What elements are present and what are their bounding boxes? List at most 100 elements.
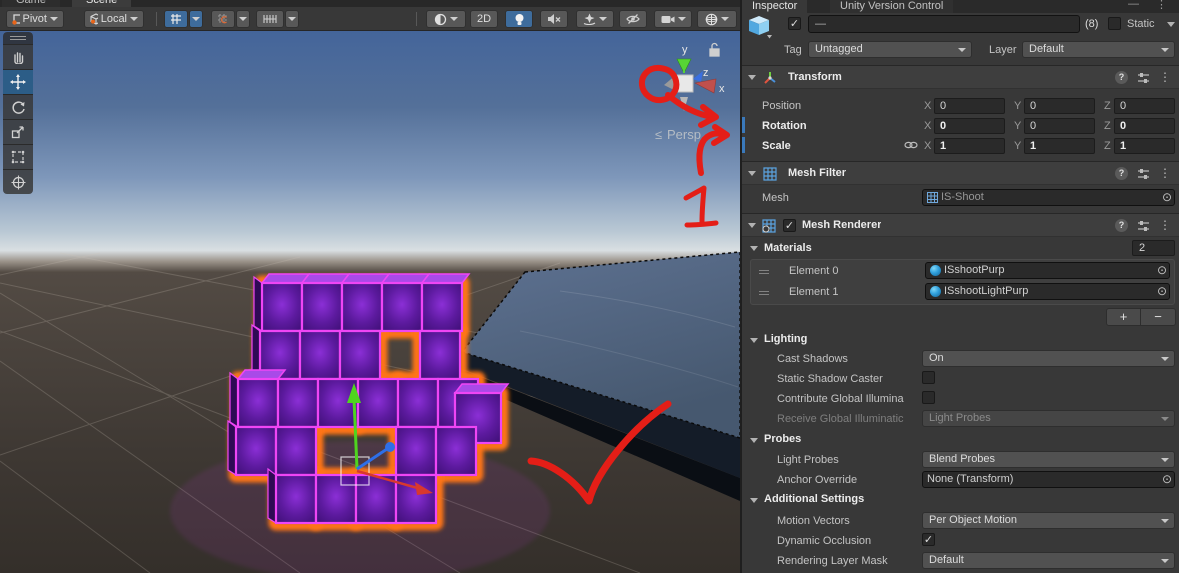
mesh-filter-header[interactable]: Mesh Filter ? ⋮ — [742, 161, 1179, 185]
grid-visibility-button[interactable] — [164, 10, 188, 28]
static-shadow-caster-checkbox[interactable] — [922, 371, 935, 384]
kebab-menu-icon[interactable]: ⋮ — [1159, 167, 1171, 180]
mesh-object-field[interactable]: IS-Shoot ⊙ — [922, 189, 1175, 206]
grid-visibility-dropdown[interactable] — [189, 10, 203, 28]
object-picker-icon[interactable]: ⊙ — [1162, 190, 1172, 205]
shaded-sphere-icon — [434, 13, 447, 25]
layer-dropdown[interactable]: Default — [1022, 41, 1175, 58]
toolstrip-grip[interactable] — [3, 32, 33, 44]
annotation-digit-one — [683, 185, 719, 228]
hand-tool-button[interactable] — [3, 44, 33, 69]
probes-foldout[interactable] — [750, 438, 758, 443]
rect-tool-button[interactable] — [3, 144, 33, 169]
scale-x-field[interactable]: 1 — [934, 138, 1005, 154]
transform-header[interactable]: Transform ? ⋮ — [742, 65, 1179, 89]
contribute-gi-checkbox[interactable] — [922, 391, 935, 404]
local-button[interactable]: Local — [84, 10, 144, 28]
axis-z-label[interactable]: z — [703, 67, 709, 79]
presets-icon[interactable] — [1137, 220, 1150, 232]
panel-menu-icon[interactable]: ⋮ — [1156, 0, 1167, 11]
gizmos-button[interactable] — [697, 10, 737, 28]
axis-y-label[interactable]: y — [682, 44, 688, 56]
lighting-foldout[interactable] — [750, 338, 758, 343]
scene-lighting-button[interactable] — [505, 10, 533, 28]
scene-visibility-button[interactable] — [619, 10, 647, 28]
object-picker-icon[interactable]: ⊙ — [1157, 263, 1167, 278]
rotate-tool-button[interactable] — [3, 94, 33, 119]
active-check-icon: ✓ — [789, 18, 800, 30]
help-icon[interactable]: ? — [1115, 219, 1128, 232]
receive-gi-label: Receive Global Illuminatic — [777, 413, 904, 425]
light-bulb-icon — [515, 13, 523, 25]
active-checkbox[interactable]: ✓ — [788, 17, 801, 30]
add-material-button[interactable]: + — [1107, 309, 1141, 325]
shading-mode-button[interactable] — [426, 10, 466, 28]
tab-inspector[interactable]: Inspector — [742, 0, 808, 13]
scene-audio-button[interactable] — [540, 10, 568, 28]
scene-camera-button[interactable] — [654, 10, 692, 28]
rotation-z-field[interactable]: 0 — [1114, 118, 1175, 134]
transform-tool-button[interactable] — [3, 169, 33, 194]
cast-shadows-dropdown[interactable]: On — [922, 350, 1175, 367]
materials-foldout[interactable] — [750, 246, 758, 251]
motion-vectors-dropdown[interactable]: Per Object Motion — [922, 512, 1175, 529]
anchor-override-field[interactable]: None (Transform) ⊙ — [922, 471, 1175, 488]
pivot-button[interactable]: Pivot — [6, 10, 64, 28]
panel-minimize-icon[interactable]: — — [1128, 0, 1139, 10]
position-x-field[interactable]: 0 — [934, 98, 1005, 114]
mesh-renderer-header[interactable]: ✓ Mesh Renderer ? ⋮ — [742, 213, 1179, 237]
effects-star-icon — [583, 13, 596, 25]
presets-icon[interactable] — [1137, 72, 1150, 84]
tab-version-control[interactable]: Unity Version Control — [830, 0, 954, 13]
presets-icon[interactable] — [1137, 168, 1150, 180]
prefab-cube-icon[interactable] — [748, 15, 774, 39]
snap-button[interactable] — [211, 10, 235, 28]
object-picker-icon[interactable]: ⊙ — [1157, 284, 1167, 299]
move-tool-button[interactable] — [3, 69, 33, 94]
element1-material-field[interactable]: ISshootLightPurp ⊙ — [925, 283, 1170, 300]
tag-dropdown[interactable]: Untagged — [808, 41, 972, 58]
snap-dropdown[interactable] — [236, 10, 250, 28]
remove-material-button[interactable]: − — [1141, 309, 1175, 325]
audio-muted-icon — [548, 14, 561, 24]
static-checkbox[interactable] — [1108, 17, 1121, 30]
persp-label[interactable]: Persp — [667, 127, 701, 142]
rendering-layer-mask-dropdown[interactable]: Default — [922, 552, 1175, 569]
help-icon[interactable]: ? — [1115, 71, 1128, 84]
kebab-menu-icon[interactable]: ⋮ — [1159, 219, 1171, 232]
selection-count: (8) — [1085, 18, 1099, 30]
rotation-x-field[interactable]: 0 — [934, 118, 1005, 134]
lock-icon[interactable] — [709, 42, 720, 57]
gameobject-name-field[interactable]: — — [808, 15, 1080, 33]
dynamic-occlusion-checkbox[interactable]: ✓ — [922, 533, 935, 546]
scene-viewport[interactable]: y z x ≤ Persp — [0, 31, 740, 573]
kebab-menu-icon[interactable]: ⋮ — [1159, 71, 1171, 84]
light-probes-dropdown[interactable]: Blend Probes — [922, 451, 1175, 468]
2d-toggle-button[interactable]: 2D — [470, 10, 498, 28]
tab-game[interactable]: Game — [2, 0, 60, 7]
drag-handle-icon[interactable] — [759, 268, 769, 276]
additional-settings-foldout[interactable] — [750, 498, 758, 503]
transform-foldout[interactable] — [748, 75, 756, 80]
position-z-field[interactable]: 0 — [1114, 98, 1175, 114]
static-dropdown-caret[interactable] — [1167, 22, 1175, 27]
snap-increment-dropdown[interactable] — [285, 10, 299, 28]
mesh-renderer-foldout[interactable] — [748, 223, 756, 228]
element0-material-field[interactable]: ISshootPurp ⊙ — [925, 262, 1170, 279]
scale-tool-button[interactable] — [3, 119, 33, 144]
mesh-filter-foldout[interactable] — [748, 171, 756, 176]
materials-count-field[interactable]: 2 — [1132, 240, 1175, 256]
tab-scene[interactable]: Scene — [72, 0, 132, 7]
snap-increment-button[interactable] — [256, 10, 284, 28]
position-y-field[interactable]: 0 — [1024, 98, 1095, 114]
object-picker-icon[interactable]: ⊙ — [1162, 472, 1172, 487]
axis-x-label[interactable]: x — [719, 83, 725, 95]
scale-z-field[interactable]: 1 — [1114, 138, 1175, 154]
scale-y-field[interactable]: 1 — [1024, 138, 1095, 154]
help-icon[interactable]: ? — [1115, 167, 1128, 180]
mesh-renderer-enabled-checkbox[interactable]: ✓ — [783, 219, 796, 232]
effects-button[interactable] — [576, 10, 614, 28]
rotation-y-field[interactable]: 0 — [1024, 118, 1095, 134]
scale-link-icon[interactable] — [904, 140, 918, 150]
drag-handle-icon[interactable] — [759, 289, 769, 297]
